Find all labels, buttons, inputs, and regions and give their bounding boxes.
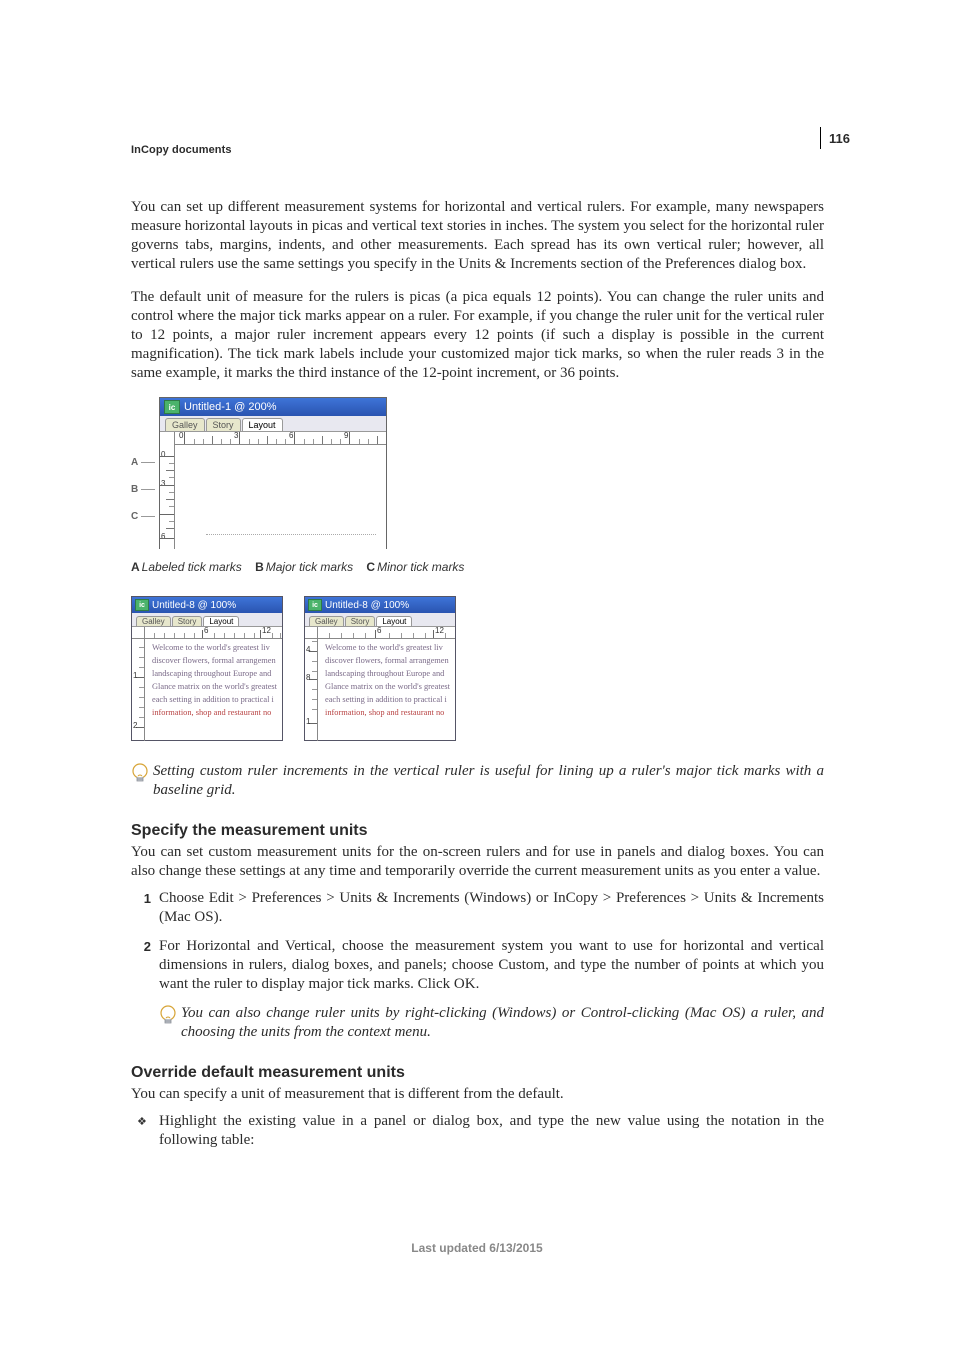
window-title: Untitled-8 @ 100% [325,600,409,611]
window-titlebar: ic Untitled-8 @ 100% [132,597,282,613]
window-titlebar: ic Untitled-1 @ 200% [160,398,386,416]
tip-block: Setting custom ruler increments in the v… [131,762,824,800]
incopy-app-icon: ic [164,400,180,414]
document-body: 6 12 4 8 1 Welcome to the world [305,627,455,741]
incopy-window-right: ic Untitled-8 @ 100% Galley Story Layout… [304,596,456,741]
tip-block: You can also change ruler units by right… [159,1004,824,1042]
tab-layout: Layout [242,418,283,431]
ruler-area: 0 3 6 9 0 [160,432,386,549]
lightbulb-icon [131,763,149,787]
body-paragraph: You can specify a unit of measurement th… [131,1085,824,1104]
figure-callout-labels: A B C [131,449,155,530]
figure-ruler-tick-marks: A B C ic Untitled-1 @ 200% Galley Story … [131,397,391,552]
tip-text: Setting custom ruler increments in the v… [153,762,824,800]
heading-override-units: Override default measurement units [131,1064,824,1082]
document-body: 6 12 1 2 Welcome to the world's greatest… [132,627,282,741]
step-item: Choose Edit > Preferences > Units & Incr… [131,889,824,927]
v-ruler-label: 0 [161,450,165,459]
h-ruler-label: 3 [234,431,238,440]
tab-story: Story [345,616,376,626]
h-ruler-label: 6 [289,431,293,440]
bullet-item: Highlight the existing value in a panel … [131,1112,824,1150]
figure-ruler-increments-compare: ic Untitled-8 @ 100% Galley Story Layout… [131,596,461,758]
tab-story: Story [172,616,203,626]
incopy-app-icon: ic [308,599,322,611]
v-ruler-label: 6 [161,532,165,541]
tab-galley: Galley [136,616,171,626]
window-titlebar: ic Untitled-8 @ 100% [305,597,455,613]
window-title: Untitled-1 @ 200% [184,401,277,413]
tab-layout: Layout [203,616,239,626]
h-ruler-label: 0 [179,431,183,440]
callout-label-b: B [131,484,138,495]
document-tabs: Galley Story Layout [305,613,455,627]
body-paragraph: The default unit of measure for the rule… [131,288,824,383]
incopy-window: ic Untitled-1 @ 200% Galley Story Layout… [159,397,387,549]
bullet-list: Highlight the existing value in a panel … [131,1112,824,1150]
h-ruler-label: 9 [344,431,348,440]
tab-galley: Galley [165,418,205,431]
document-canvas [174,444,386,549]
main-content: You can set up different measurement sys… [131,198,824,1150]
heading-specify-units: Specify the measurement units [131,822,824,840]
callout-label-a: A [131,457,138,468]
vertical-ruler: 0 3 6 [160,432,175,549]
step-item: For Horizontal and Vertical, choose the … [131,937,824,994]
figure-caption: ALabeled tick marks BMajor tick marks CM… [131,560,824,574]
horizontal-ruler: 6 12 [144,627,282,639]
steps-list: Choose Edit > Preferences > Units & Incr… [131,889,824,994]
tab-galley: Galley [309,616,344,626]
vertical-ruler: 1 2 [132,627,145,741]
lightbulb-icon [159,1005,177,1029]
tab-story: Story [206,418,241,431]
v-ruler-label: 3 [161,479,165,488]
callout-label-c: C [131,511,138,522]
body-paragraph: You can set up different measurement sys… [131,198,824,274]
window-title: Untitled-8 @ 100% [152,600,236,611]
incopy-window-left: ic Untitled-8 @ 100% Galley Story Layout… [131,596,283,741]
document-tabs: Galley Story Layout [132,613,282,627]
footer-last-updated: Last updated 6/13/2015 [0,1241,954,1255]
sample-text: Welcome to the world's greatest liv disc… [325,641,453,719]
page-number-container: 116 [820,127,850,149]
tab-layout: Layout [376,616,412,626]
page-number: 116 [829,131,850,146]
body-paragraph: You can set custom measurement units for… [131,843,824,881]
document-tabs: Galley Story Layout [160,416,386,432]
sample-text: Welcome to the world's greatest liv disc… [152,641,280,719]
running-head: InCopy documents [131,144,232,156]
tip-text: You can also change ruler units by right… [181,1004,824,1042]
horizontal-ruler: 6 12 [317,627,455,639]
vertical-ruler: 4 8 1 [305,627,318,741]
incopy-app-icon: ic [135,599,149,611]
